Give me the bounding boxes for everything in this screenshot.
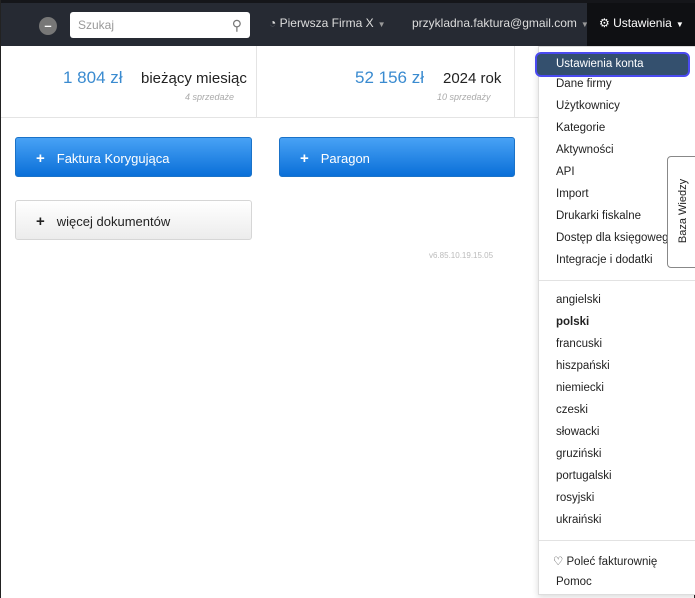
knowledge-base-label: Baza Wiedzy xyxy=(677,178,689,244)
plus-icon: + xyxy=(36,150,45,167)
stat-sub: 10 sprzedaży xyxy=(437,92,491,102)
menu-item-categories[interactable]: Kategorie xyxy=(556,122,605,134)
menu-item-recommend[interactable]: ♡ Poleć fakturownię xyxy=(553,554,657,568)
menu-item-import[interactable]: Import xyxy=(556,188,589,200)
collapse-toggle-button[interactable]: – xyxy=(39,17,57,35)
company-name: Pierwsza Firma X xyxy=(279,16,374,30)
stat-amount: 52 156 zł xyxy=(355,68,424,87)
account-email: przykladna.faktura@gmail.com xyxy=(412,16,577,30)
more-documents-button[interactable]: + więcej dokumentów xyxy=(15,200,252,240)
menu-item-users[interactable]: Użytkownicy xyxy=(556,100,620,112)
stat-label: 2024 rok xyxy=(443,70,502,87)
language-english[interactable]: angielski xyxy=(556,294,601,306)
language-georgian[interactable]: gruziński xyxy=(556,448,601,460)
new-correction-invoice-button[interactable]: + Faktura Korygująca xyxy=(15,137,252,177)
menu-item-accountant-access[interactable]: Dostęp dla księgowego xyxy=(556,232,675,244)
search-input[interactable]: Szukaj ⚲ xyxy=(70,12,250,38)
menu-item-help[interactable]: Pomoc xyxy=(556,576,592,588)
button-label: Faktura Korygująca xyxy=(56,151,170,166)
menu-item-integrations[interactable]: Integracje i dodatki xyxy=(556,254,653,266)
settings-menu: Ustawienia konta Dane firmy Użytkownicy … xyxy=(535,46,695,595)
language-portuguese[interactable]: portugalski xyxy=(556,470,612,482)
button-label: więcej dokumentów xyxy=(56,214,171,229)
stat-year: 52 156 zł 2024 rok 10 sprzedaży xyxy=(257,46,515,118)
settings-label: Ustawienia xyxy=(613,16,672,30)
plus-icon: + xyxy=(300,150,309,167)
language-french[interactable]: francuski xyxy=(556,338,602,350)
button-label: Paragon xyxy=(320,151,370,166)
new-receipt-button[interactable]: + Paragon xyxy=(279,137,515,177)
stat-label: bieżący miesiąc xyxy=(141,70,247,87)
search-icon[interactable]: ⚲ xyxy=(232,12,242,38)
language-polish[interactable]: polski xyxy=(556,316,589,328)
language-ukrainian[interactable]: ukraiński xyxy=(556,514,601,526)
plus-icon: + xyxy=(36,213,45,230)
top-navbar: – Szukaj ⚲ ◔ Pierwsza Firma X ▼ przykladna… xyxy=(1,0,695,49)
language-czech[interactable]: czeski xyxy=(556,404,588,416)
chevron-down-icon: ▼ xyxy=(377,20,386,29)
stat-current-month: 1 804 zł bieżący miesiąc 4 sprzedaże xyxy=(1,46,257,118)
stat-amount: 1 804 zł xyxy=(63,68,123,87)
company-dropdown[interactable]: ◔ Pierwsza Firma X ▼ xyxy=(269,16,386,30)
stat-sub: 4 sprzedaże xyxy=(185,92,235,102)
menu-divider xyxy=(539,540,695,541)
gear-icon: ⚙ xyxy=(599,16,610,30)
language-spanish[interactable]: hiszpański xyxy=(556,360,610,372)
dashboard-icon: ◔ xyxy=(269,16,277,30)
menu-item-activities[interactable]: Aktywności xyxy=(556,144,614,156)
language-russian[interactable]: rosyjski xyxy=(556,492,594,504)
menu-item-account-settings[interactable]: Ustawienia konta xyxy=(535,52,690,77)
knowledge-base-tab[interactable]: Baza Wiedzy xyxy=(667,156,695,268)
recommend-label: Poleć fakturownię xyxy=(566,556,658,568)
menu-item-api[interactable]: API xyxy=(556,166,575,178)
menu-item-fiscal-printers[interactable]: Drukarki fiskalne xyxy=(556,210,641,222)
settings-dropdown[interactable]: ⚙ Ustawienia ▼ xyxy=(587,3,695,49)
menu-item-company-data[interactable]: Dane firmy xyxy=(556,78,612,90)
language-slovak[interactable]: słowacki xyxy=(556,426,599,438)
version-label: v6.85.10.19.15.05 xyxy=(429,251,494,260)
language-german[interactable]: niemiecki xyxy=(556,382,604,394)
menu-divider xyxy=(539,280,695,281)
account-dropdown[interactable]: przykladna.faktura@gmail.com ▼ xyxy=(412,16,589,30)
search-placeholder: Szukaj xyxy=(78,18,115,32)
caret-down-icon: ▼ xyxy=(675,20,684,29)
heart-icon: ♡ xyxy=(553,556,564,568)
